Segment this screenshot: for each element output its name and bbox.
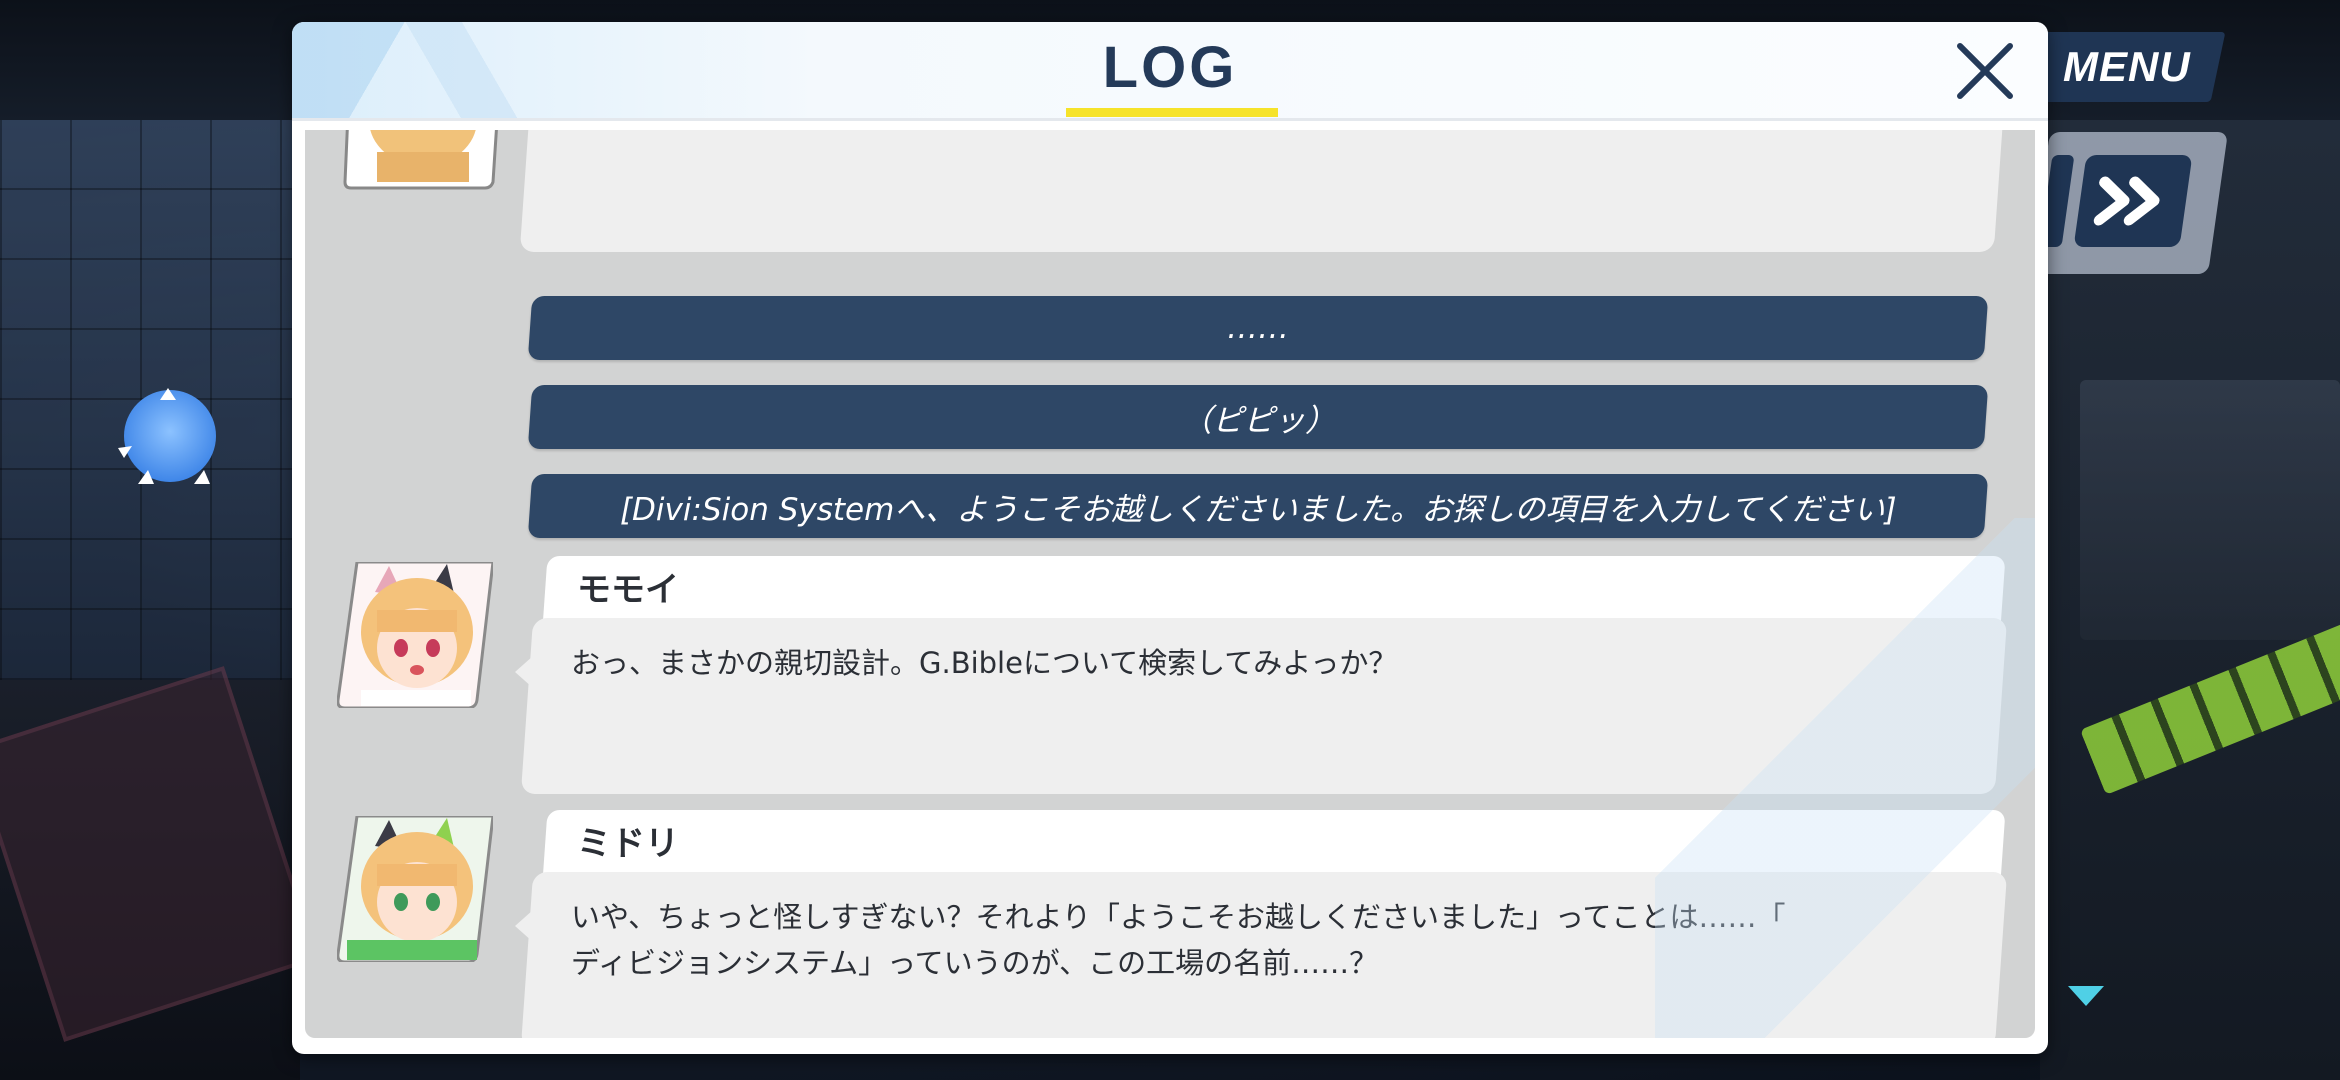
skip-button[interactable] (2073, 155, 2193, 247)
speaker-name: ミドリ (577, 824, 679, 864)
narration-line: [Divi:Sion Systemへ、ようこそお越しくださいました。お探しの項目… (527, 474, 1989, 538)
title-underline (1066, 108, 1278, 117)
momoi-avatar[interactable] (337, 562, 493, 708)
message-text: おっ、まさかの親切設計。G.Bibleについて検索してみよっか？ (571, 646, 1398, 680)
log-title: LOG (1102, 35, 1238, 100)
previous-message-box (519, 130, 2003, 252)
close-icon[interactable] (1950, 36, 2020, 106)
message-text: いや、ちょっと怪しすぎない？それより「ようこそお越しくださいました」ってことは…… (571, 900, 1786, 980)
log-entry: モモイ おっ、まさかの親切設計。G.Bibleについて検索してみよっか？ (305, 556, 2035, 796)
narration-line: （ピピッ） (527, 385, 1989, 449)
narration-text: [Divi:Sion Systemへ、ようこそお越しくださいました。お探しの項目… (619, 491, 1897, 528)
narration-text: （ピピッ） (1180, 402, 1336, 439)
scroll-down-icon (2068, 986, 2104, 1006)
menu-label: MENU (2063, 43, 2191, 90)
log-scroll-area[interactable]: …… （ピピッ） [Divi:Sion Systemへ、ようこそお越しくださいま… (305, 130, 2035, 1038)
message-pointer (515, 910, 533, 942)
midori-avatar[interactable] (337, 816, 493, 962)
log-dialog: LOG …… （ピピッ） [Divi:Sion Systemへ、ようこそお越しく… (292, 22, 2048, 1054)
background-machine-panel (2080, 380, 2340, 640)
log-header: LOG (292, 22, 2048, 121)
narration-line: …… (527, 296, 1989, 360)
menu-button[interactable]: MENU (2028, 32, 2226, 102)
header-decoration (292, 22, 612, 118)
log-entry: ミドリ いや、ちょっと怪しすぎない？それより「ようこそお越しくださいました」って… (305, 810, 2035, 1038)
loading-indicator-icon (118, 388, 216, 484)
speaker-name: モモイ (577, 570, 679, 610)
narration-text: …… (1227, 310, 1289, 346)
message-pointer (515, 656, 533, 688)
previous-avatar (343, 130, 498, 190)
double-chevron-right-icon (2093, 176, 2160, 226)
